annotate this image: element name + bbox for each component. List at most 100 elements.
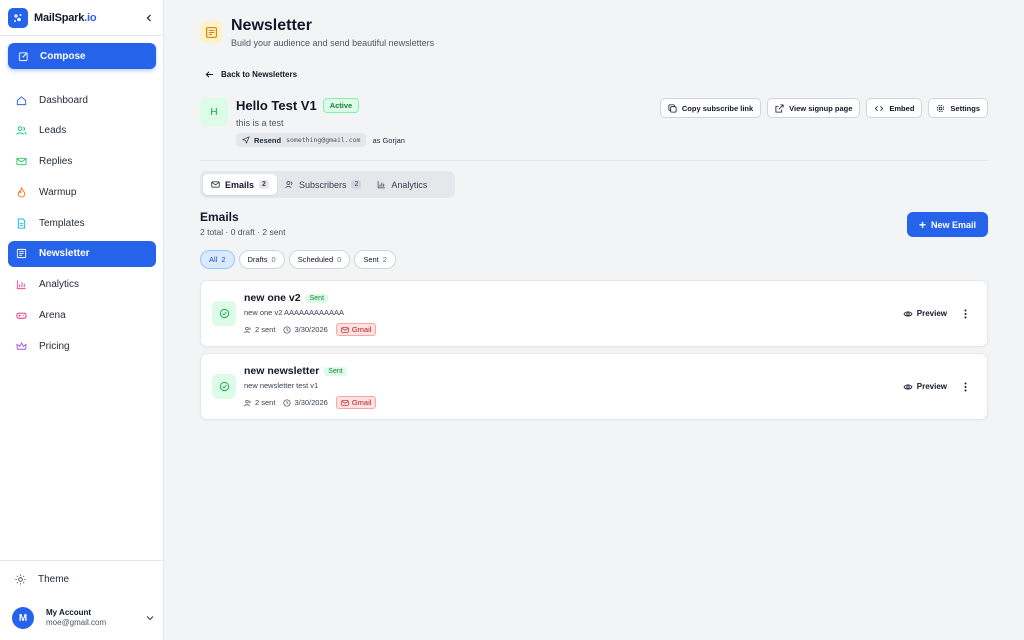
- sidebar-item-dashboard[interactable]: Dashboard: [8, 87, 156, 113]
- crown-icon: [15, 340, 27, 352]
- mail-icon: [15, 156, 27, 168]
- emails-summary: 2 total · 0 draft · 2 sent: [200, 227, 286, 237]
- bar-chart-icon: [15, 279, 27, 291]
- sender-info: Resend something@gmail.com as Gorjan: [236, 133, 405, 147]
- status-badge: Sent: [324, 366, 347, 376]
- plus-icon: +: [918, 217, 926, 232]
- preview-button[interactable]: Preview: [903, 382, 947, 391]
- sidebar-item-label: Templates: [39, 217, 85, 229]
- bar-chart-icon: [378, 181, 386, 189]
- external-link-icon: [775, 103, 784, 113]
- copy-subscribe-link-button[interactable]: Copy subscribe link: [659, 98, 762, 118]
- email-card[interactable]: new one v2 Sent new one v2 AAAAAAAAAAAA …: [200, 280, 988, 347]
- users-icon: [285, 181, 293, 188]
- sent-date: 3/30/2026: [283, 325, 328, 334]
- provider-tag: Gmail: [335, 323, 377, 336]
- page-header: Newsletter Build your audience and send …: [200, 16, 434, 48]
- file-icon: [15, 217, 27, 229]
- status-badge: Sent: [305, 293, 329, 303]
- filter-sent[interactable]: Sent 2: [354, 250, 396, 269]
- tab-analytics[interactable]: Analytics: [369, 174, 435, 195]
- settings-button[interactable]: Settings: [928, 98, 988, 118]
- sidebar-item-label: Warmup: [39, 186, 77, 198]
- copy-icon: [668, 103, 677, 113]
- code-icon: [875, 105, 884, 111]
- view-signup-page-button[interactable]: View signup page: [767, 98, 861, 118]
- sidebar-item-label: Leads: [39, 125, 67, 137]
- users-icon: [15, 125, 27, 137]
- email-description: new one v2 AAAAAAAAAAAA: [244, 308, 345, 317]
- emails-heading: Emails 2 total · 0 draft · 2 sent: [200, 210, 286, 237]
- page-title: Newsletter: [231, 17, 312, 34]
- sender-email: something@gmail.com: [286, 136, 361, 144]
- sidebar-item-warmup[interactable]: Warmup: [8, 179, 156, 205]
- divider: [0, 560, 164, 561]
- arrow-left-icon: [205, 71, 214, 78]
- newsletter-avatar: H: [200, 98, 228, 126]
- home-icon: [15, 94, 27, 106]
- sidebar-nav: Dashboard Leads Replies Warmup Templates…: [8, 87, 156, 364]
- sidebar: MailSpark.io Compose Dashboard Leads Rep…: [0, 0, 164, 640]
- gamepad-icon: [15, 310, 27, 322]
- logo-icon: [8, 8, 28, 28]
- sent-count: 2 sent: [244, 325, 275, 334]
- sidebar-item-pricing[interactable]: Pricing: [8, 333, 156, 359]
- back-label: Back to Newsletters: [221, 70, 298, 79]
- email-card[interactable]: new newsletter Sent new newsletter test …: [200, 353, 988, 420]
- account-email: moe@gmail.com: [46, 618, 107, 627]
- newsletter-header: H Hello Test V1 Active this is a test Re…: [200, 98, 988, 150]
- eye-icon: [903, 384, 913, 389]
- provider-tag: Gmail: [335, 396, 377, 409]
- sidebar-item-templates[interactable]: Templates: [8, 210, 156, 236]
- sidebar-item-label: Dashboard: [39, 94, 88, 106]
- preview-button[interactable]: Preview: [903, 309, 947, 318]
- sidebar-item-label: Newsletter: [39, 248, 90, 260]
- email-filters: All 2 Drafts 0 Scheduled 0 Sent 2: [200, 250, 400, 269]
- divider: [200, 160, 988, 161]
- filter-scheduled[interactable]: Scheduled 0: [288, 250, 351, 269]
- email-meta: 2 sent 3/30/2026 Gmail: [244, 323, 377, 336]
- account-menu[interactable]: M My Account moe@gmail.com: [12, 606, 154, 630]
- gear-icon: [937, 104, 945, 112]
- embed-button[interactable]: Embed: [866, 98, 923, 118]
- sidebar-item-replies[interactable]: Replies: [8, 149, 156, 175]
- more-vertical-icon: [964, 309, 966, 319]
- new-email-button[interactable]: + New Email: [907, 212, 988, 237]
- account-name: My Account: [46, 608, 92, 618]
- theme-toggle[interactable]: Theme: [15, 574, 69, 585]
- sidebar-item-label: Pricing: [39, 340, 70, 352]
- email-meta: 2 sent 3/30/2026 Gmail: [244, 396, 377, 409]
- tab-emails[interactable]: Emails 2: [203, 174, 277, 195]
- provider-pill: Resend something@gmail.com: [236, 133, 367, 147]
- compose-label: Compose: [40, 50, 86, 62]
- back-to-newsletters-link[interactable]: Back to Newsletters: [205, 70, 297, 79]
- account-text: My Account moe@gmail.com: [46, 608, 106, 627]
- tab-subscribers[interactable]: Subscribers 2: [277, 174, 369, 195]
- sidebar-item-newsletter[interactable]: Newsletter: [8, 240, 156, 267]
- sidebar-item-analytics[interactable]: Analytics: [8, 272, 156, 298]
- newsletter-description: this is a test: [236, 118, 284, 128]
- flame-icon: [15, 186, 27, 198]
- users-icon: [244, 399, 251, 406]
- sidebar-item-leads[interactable]: Leads: [8, 118, 156, 144]
- users-icon: [244, 326, 251, 333]
- more-options-button[interactable]: [959, 308, 971, 320]
- divider: [0, 35, 164, 36]
- sent-date: 3/30/2026: [283, 398, 328, 407]
- compose-button[interactable]: Compose: [8, 43, 156, 69]
- clock-icon: [283, 325, 291, 334]
- section-title: Emails: [200, 210, 239, 224]
- filter-all[interactable]: All 2: [200, 250, 235, 269]
- email-title: new one v2: [244, 292, 301, 304]
- clock-icon: [283, 398, 291, 407]
- sidebar-item-label: Analytics: [39, 279, 80, 291]
- sun-icon: [15, 574, 26, 585]
- newspaper-icon: [200, 21, 222, 43]
- sidebar-item-arena[interactable]: Arena: [8, 303, 156, 329]
- mail-icon: [211, 181, 220, 188]
- filter-drafts[interactable]: Drafts 0: [238, 250, 285, 269]
- page-subtitle: Build your audience and send beautiful n…: [231, 38, 435, 48]
- collapse-sidebar-button[interactable]: [142, 11, 156, 25]
- more-options-button[interactable]: [959, 381, 971, 393]
- chevron-left-icon: [146, 14, 151, 22]
